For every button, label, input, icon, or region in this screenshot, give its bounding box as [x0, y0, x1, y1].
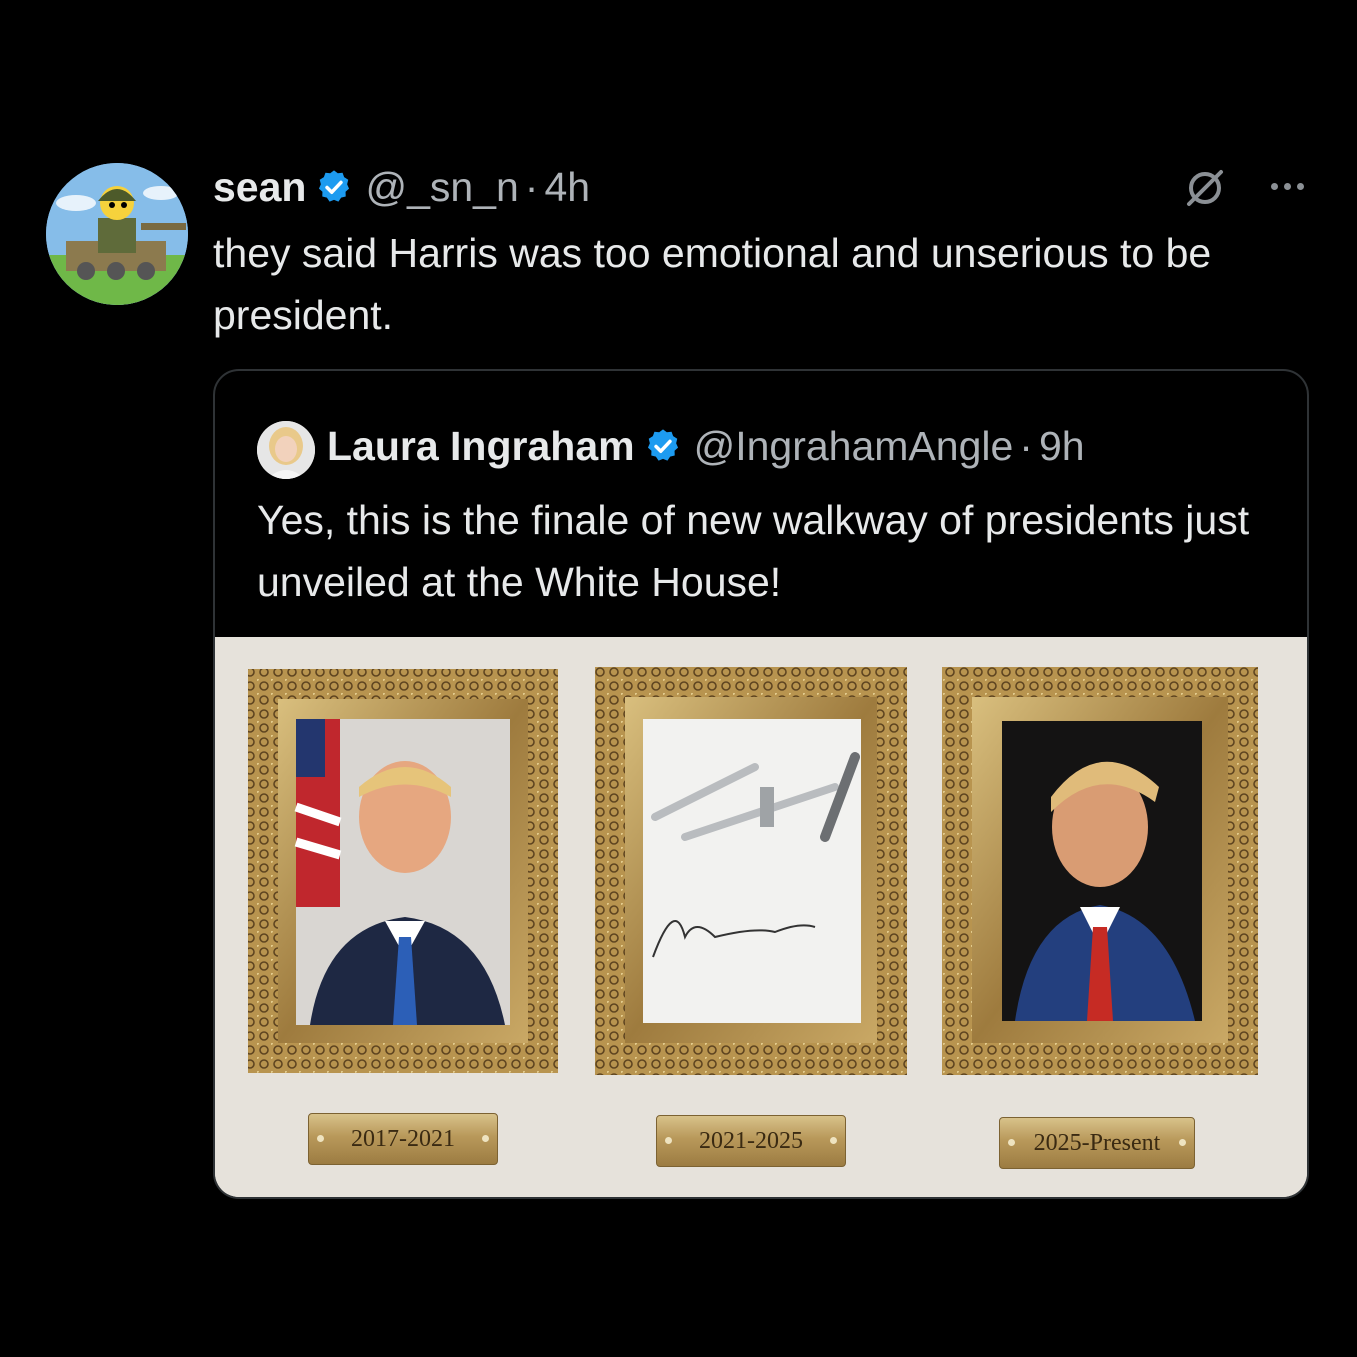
verified-badge-icon	[644, 427, 682, 465]
quoted-tweet-timestamp[interactable]: 9h	[1039, 423, 1085, 470]
quoted-tweet-header: Laura Ingraham @IngrahamAngle · 9h	[327, 419, 1085, 473]
portrait-frame-2	[595, 667, 907, 1075]
separator-dot: ·	[524, 163, 539, 210]
quoted-tweet-text: Yes, this is the finale of new walkway o…	[257, 497, 1250, 605]
separator-dot: ·	[1019, 422, 1033, 469]
plaque-3: 2025-Present	[999, 1117, 1195, 1169]
quoted-tweet-card[interactable]: Laura Ingraham @IngrahamAngle · 9h Yes, …	[213, 369, 1309, 1199]
portrait-frame-3	[942, 667, 1258, 1075]
tweet-text: they said Harris was too emotional and u…	[213, 230, 1223, 338]
verified-badge-icon	[315, 168, 353, 206]
plaque-2: 2021-2025	[656, 1115, 846, 1167]
grok-icon[interactable]	[1183, 166, 1227, 210]
quoted-author-avatar[interactable]	[257, 421, 315, 479]
more-options-icon[interactable]	[1264, 166, 1310, 206]
author-name[interactable]: sean	[213, 164, 306, 211]
tweet-header: sean @_sn_n · 4h	[213, 160, 590, 214]
plaque-1-label: 2017-2021	[351, 1125, 455, 1152]
tweet-media-photo[interactable]: 2017-2021 2021-2025 2025-Present	[215, 637, 1307, 1197]
author-avatar[interactable]	[46, 163, 188, 305]
plaque-1: 2017-2021	[308, 1113, 498, 1165]
portrait-frame-1	[248, 669, 558, 1073]
quoted-author-handle[interactable]: @IngrahamAngle	[694, 423, 1014, 470]
tweet-timestamp[interactable]: 4h	[544, 164, 590, 211]
author-handle[interactable]: @_sn_n	[365, 164, 518, 211]
plaque-2-label: 2021-2025	[699, 1127, 803, 1154]
plaque-3-label: 2025-Present	[1033, 1129, 1161, 1156]
quoted-author-name[interactable]: Laura Ingraham	[327, 423, 635, 470]
